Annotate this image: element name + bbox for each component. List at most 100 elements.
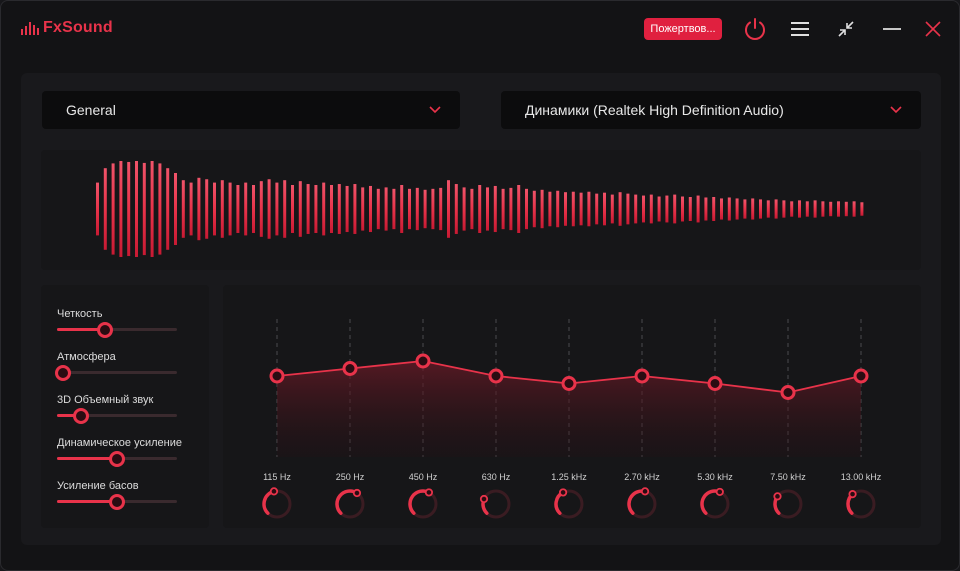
visualizer-bar bbox=[408, 188, 411, 230]
menu-button[interactable] bbox=[786, 15, 814, 43]
eq-band-handle[interactable] bbox=[561, 376, 577, 391]
visualizer-panel bbox=[41, 150, 921, 270]
effect-slider[interactable] bbox=[57, 322, 177, 338]
visualizer-bar bbox=[298, 181, 302, 237]
eq-gain-knob[interactable] bbox=[479, 487, 513, 521]
eq-band-handle[interactable] bbox=[415, 353, 431, 369]
app-window: FxSound Пожертвов... General Динамики (R… bbox=[0, 0, 960, 571]
eq-frequency-label: 250 Hz bbox=[335, 472, 365, 482]
eq-gain-knob[interactable] bbox=[625, 487, 659, 521]
visualizer-bar bbox=[579, 192, 583, 226]
eq-frequency-label: 7.50 kHz bbox=[770, 472, 806, 482]
visualizer-bar bbox=[205, 179, 209, 239]
close-icon bbox=[925, 21, 941, 37]
eq-gain-knob[interactable] bbox=[771, 487, 805, 521]
slider-knob[interactable] bbox=[97, 322, 113, 338]
visualizer-bar bbox=[501, 188, 505, 230]
eq-gain-knob[interactable] bbox=[333, 487, 367, 521]
visualizer-bar bbox=[720, 198, 723, 220]
visualizer-bar bbox=[821, 201, 825, 217]
eq-band-handle[interactable] bbox=[853, 368, 869, 384]
visualizer-bar bbox=[712, 197, 716, 221]
visualizer-bar bbox=[634, 194, 638, 224]
effect-slider[interactable] bbox=[55, 365, 177, 381]
eq-gain-knob[interactable] bbox=[552, 487, 586, 521]
visualizer-bar bbox=[174, 173, 177, 245]
eq-gain-knob[interactable] bbox=[844, 487, 878, 521]
donate-button[interactable]: Пожертвов... bbox=[644, 18, 722, 40]
visualizer-bar bbox=[470, 188, 474, 230]
eq-band-handle[interactable] bbox=[707, 376, 723, 391]
visualizer-bar bbox=[166, 168, 170, 250]
eq-band-handle[interactable] bbox=[780, 385, 796, 400]
visualizer-bar bbox=[119, 161, 123, 257]
effect-slider[interactable] bbox=[57, 494, 177, 510]
visualizer-bar bbox=[400, 185, 404, 233]
visualizer-bar bbox=[790, 201, 794, 217]
eq-frequency-label: 630 Hz bbox=[481, 472, 511, 482]
visualizer-bar bbox=[665, 195, 669, 223]
visualizer-bar bbox=[228, 182, 232, 236]
effect-slider-row: Динамическое усиление bbox=[57, 437, 182, 467]
visualizer-bar bbox=[743, 199, 747, 219]
visualizer-bar bbox=[837, 201, 840, 217]
visualizer-bar bbox=[587, 191, 591, 227]
eq-gain-knob[interactable] bbox=[698, 487, 732, 521]
slider-fill bbox=[57, 457, 117, 460]
visualizer-bar bbox=[135, 161, 138, 257]
close-button[interactable] bbox=[919, 15, 947, 43]
visualizer-bar bbox=[681, 196, 684, 222]
eq-gain-knob[interactable] bbox=[260, 487, 294, 521]
visualizer-bar bbox=[213, 182, 216, 236]
eq-gain-knob[interactable] bbox=[406, 487, 440, 521]
visualizer-bar bbox=[618, 192, 622, 226]
visualizer-bar bbox=[369, 185, 372, 233]
eq-band-handle[interactable] bbox=[488, 368, 504, 384]
minimize-button[interactable] bbox=[878, 15, 906, 43]
effect-slider[interactable] bbox=[57, 408, 177, 424]
slider-knob[interactable] bbox=[109, 494, 125, 510]
visualizer-bar bbox=[142, 162, 146, 256]
visualizer-bar bbox=[751, 198, 755, 220]
visualizer-bar bbox=[337, 184, 341, 234]
compact-view-button[interactable] bbox=[832, 15, 860, 43]
logo-bars-icon bbox=[21, 21, 39, 35]
visualizer-bar bbox=[447, 180, 450, 238]
visualizer-bar bbox=[829, 201, 833, 217]
visualizer-bar bbox=[423, 189, 427, 229]
visualizer-bar bbox=[127, 161, 131, 257]
output-device-dropdown[interactable]: Динамики (Realtek High Definition Audio) bbox=[501, 91, 921, 129]
preset-selected: General bbox=[66, 102, 116, 118]
title-bar: FxSound Пожертвов... bbox=[1, 1, 959, 59]
visualizer-bar bbox=[704, 197, 708, 221]
visualizer-bar bbox=[103, 168, 107, 250]
eq-band-handle[interactable] bbox=[342, 361, 358, 376]
visualizer-bar bbox=[267, 179, 271, 239]
eq-band-handle[interactable] bbox=[634, 368, 650, 384]
visualizer-bar bbox=[486, 187, 489, 231]
visualizer-bar bbox=[517, 185, 521, 233]
eq-frequency-label: 13.00 kHz bbox=[840, 472, 882, 482]
effect-label: 3D Объемный звук bbox=[57, 394, 154, 406]
slider-knob[interactable] bbox=[55, 365, 71, 381]
visualizer-bar bbox=[150, 161, 154, 257]
visualizer-bar bbox=[345, 185, 349, 233]
slider-knob[interactable] bbox=[73, 408, 89, 424]
effect-slider[interactable] bbox=[57, 451, 177, 467]
visualizer-bar bbox=[798, 200, 801, 218]
effect-label: Динамическое усиление bbox=[57, 437, 182, 449]
chevron-down-icon bbox=[890, 106, 902, 114]
effect-label: Атмосфера bbox=[57, 351, 116, 363]
visualizer-bar bbox=[314, 185, 318, 233]
slider-fill bbox=[57, 500, 117, 503]
visualizer-bar bbox=[688, 197, 692, 221]
power-button[interactable] bbox=[741, 15, 769, 43]
visualizer-bar bbox=[571, 191, 575, 227]
effect-slider-row: Четкость bbox=[57, 308, 177, 338]
app-name: FxSound bbox=[43, 19, 113, 36]
visualizer-bar bbox=[759, 199, 762, 219]
visualizer-bar bbox=[610, 194, 614, 224]
slider-knob[interactable] bbox=[109, 451, 125, 467]
preset-dropdown[interactable]: General bbox=[42, 91, 460, 129]
eq-band-handle[interactable] bbox=[269, 368, 285, 384]
